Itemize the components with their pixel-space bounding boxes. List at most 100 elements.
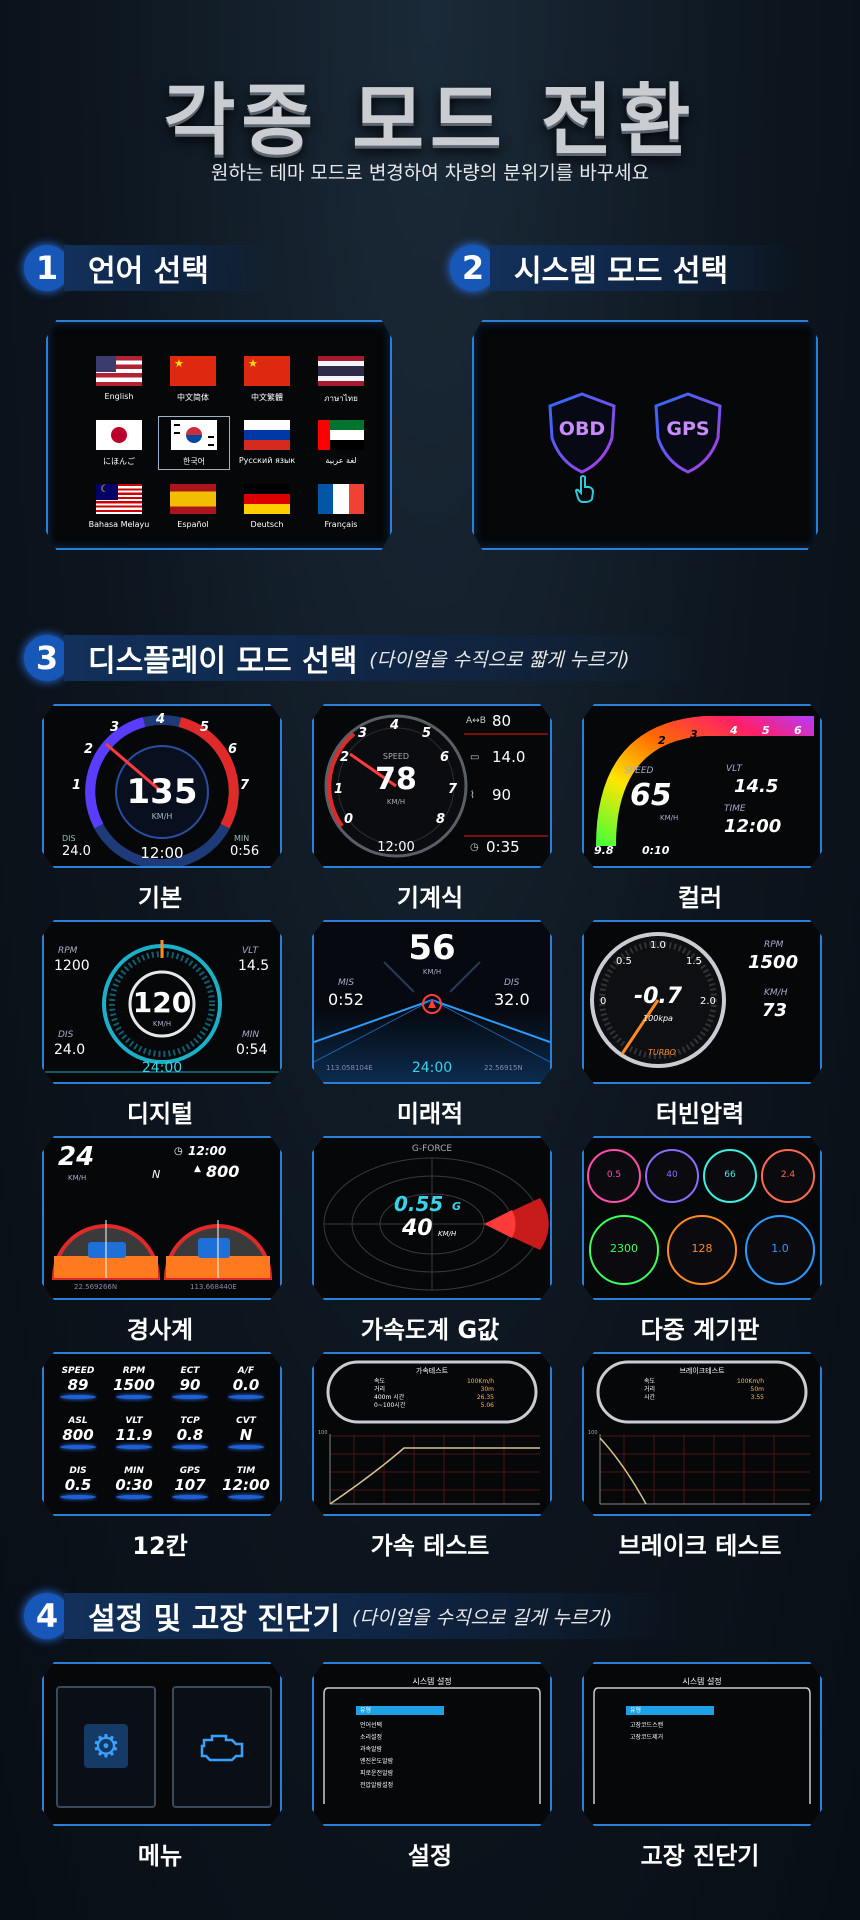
- test-row-value: 100Km/h: [466, 1378, 494, 1385]
- menu-item[interactable]: 고장코드스캔: [630, 1720, 663, 1732]
- grid-cell: DIS 0.5: [52, 1466, 104, 1499]
- display-mode-gforce[interactable]: G-FORCE 0.55 G 40 KM/H 가속도계 G값: [312, 1136, 552, 1345]
- gps-mode-button[interactable]: GPS: [650, 390, 726, 480]
- system-mode-panel: OBD GPS: [472, 320, 818, 550]
- grid-cell: SPEED 89: [52, 1366, 104, 1399]
- menu-item[interactable]: 소리설정: [360, 1732, 382, 1744]
- speed-value: 120: [132, 986, 192, 1019]
- france-flag-icon: [318, 484, 364, 514]
- selected-menu-item[interactable]: 유형: [356, 1706, 444, 1715]
- time-value: 12:00: [377, 840, 415, 855]
- grid-cell-value: 12:00: [222, 1476, 270, 1494]
- grid-cell-value: 107: [174, 1476, 206, 1494]
- settings-menu-item[interactable]: ⚙: [56, 1686, 156, 1808]
- language-option-german[interactable]: Deutsch: [232, 484, 302, 529]
- display-mode-future[interactable]: 56 KM/H MIS 0:52 DIS 32.0 24:00 113.0581…: [312, 920, 552, 1129]
- mode-caption: 기본: [137, 884, 183, 912]
- diagnostic-screen-tile[interactable]: 시스템 설정 유형 고장코드스캔 고장코드제거 고장 진단기: [582, 1662, 822, 1871]
- display-mode-multi-gauge[interactable]: 0.5 40 66 2.4 2300 128 1.0 다중 계기판: [582, 1136, 822, 1345]
- grid-cell-label: VLT: [125, 1416, 143, 1426]
- menu-item[interactable]: 전압알람설정: [360, 1780, 393, 1792]
- menu-item[interactable]: 과속알람: [360, 1744, 382, 1756]
- tick-label: 2: [658, 734, 666, 747]
- language-option-french[interactable]: Français: [306, 484, 376, 529]
- tick-label: 4: [730, 724, 738, 737]
- selected-menu-item[interactable]: 유형: [626, 1706, 714, 1715]
- setup-frame: [323, 1687, 541, 1804]
- grid-cell-value: 89: [67, 1376, 89, 1394]
- rpm-value: 1200: [54, 958, 90, 974]
- north-icon: N: [152, 1168, 161, 1181]
- thailand-flag-icon: [318, 356, 364, 386]
- display-mode-mechanical[interactable]: 2 3 4 5 6 1 7 0 8 SPEED 78 KM/H 12:00 A↔…: [312, 704, 552, 913]
- language-option-malay[interactable]: ☾ Bahasa Melayu: [84, 484, 154, 529]
- grid-cell-underline: [228, 1395, 264, 1399]
- turbo-screen: 0 0.5 1.0 1.5 2.0 -0.7 100kpa TURBO RPM …: [582, 920, 822, 1084]
- kmh-value: 73: [762, 1000, 788, 1021]
- language-option-thai[interactable]: ภาษาไทย: [306, 356, 376, 405]
- language-option-spanish[interactable]: Español: [158, 484, 228, 529]
- g-value: 0.55: [394, 1192, 444, 1216]
- grid-cell-underline: [116, 1445, 152, 1449]
- clock-icon: ◷: [470, 842, 479, 853]
- gauge-value: 40: [666, 1170, 678, 1180]
- display-mode-turbo[interactable]: 0 0.5 1.0 1.5 2.0 -0.7 100kpa TURBO RPM …: [582, 920, 822, 1129]
- tick-label: 5: [762, 724, 770, 737]
- language-label: Français: [324, 520, 358, 529]
- language-option-chinese-traditional[interactable]: ★ 中文繁體: [232, 356, 302, 403]
- language-option-russian[interactable]: Русский язык: [232, 420, 302, 465]
- altitude-value: 800: [206, 1162, 240, 1181]
- menu-screen-tile[interactable]: ⚙ 메뉴: [42, 1662, 282, 1871]
- tick-label: 6: [440, 750, 450, 765]
- bottom-left-value: 9.8: [594, 844, 614, 857]
- grid-cell-value: 0:30: [115, 1476, 153, 1494]
- test-row-label: 400m 시간: [374, 1394, 405, 1401]
- obd-mode-button[interactable]: OBD: [544, 390, 620, 480]
- grid-cell: TCP 0.8: [164, 1416, 216, 1449]
- display-mode-digital[interactable]: RPM 1200 VLT 14.5 120 KM/H DIS 24.0 MIN …: [42, 920, 282, 1129]
- test-row-label: 속도: [644, 1378, 656, 1385]
- grid-cell-label: DIS: [69, 1466, 87, 1476]
- readout-2: 14.0: [492, 748, 526, 766]
- diagnostic-title: 시스템 설정: [682, 1677, 722, 1686]
- tick-label: 2.0: [700, 996, 716, 1007]
- grid-cell-value: 1500: [113, 1376, 155, 1394]
- test-row-value: 26.35: [476, 1394, 494, 1401]
- language-option-english[interactable]: English: [84, 356, 154, 401]
- grid-cell-underline: [116, 1395, 152, 1399]
- menu-item[interactable]: 엔진온도알람: [360, 1756, 393, 1768]
- language-option-chinese-simplified[interactable]: ★ 中文简体: [158, 356, 228, 403]
- diagnostic-menu-item[interactable]: [172, 1686, 272, 1808]
- language-option-arabic[interactable]: لغة عربية: [306, 420, 376, 465]
- diagnostic-frame: [593, 1687, 811, 1804]
- menu-item[interactable]: 피로운전알람: [360, 1768, 393, 1780]
- display-mode-brake-test[interactable]: 브레이크테스트 속도 거리 시간 100Km/h 50m 3.55 100 브레…: [582, 1352, 822, 1561]
- mode-caption: 기계식: [396, 884, 464, 912]
- menu-screen: ⚙: [42, 1662, 282, 1826]
- language-label: Bahasa Melayu: [88, 520, 150, 529]
- speed-label: SPEED: [624, 766, 654, 776]
- turbo-label: TURBO: [647, 1048, 677, 1057]
- grid-cell-underline: [228, 1445, 264, 1449]
- tick-label: 5: [422, 726, 432, 741]
- latitude: 22.569266N: [74, 1283, 118, 1291]
- language-option-japanese[interactable]: にほんご: [84, 420, 154, 467]
- language-label: 中文简体: [177, 393, 209, 402]
- section-display-header: 3 디스플레이 모드 선택 (다이얼을 수직으로 짧게 누르기): [24, 632, 700, 684]
- thermometer-icon: ⌇: [470, 790, 475, 801]
- china-flag-icon: ★: [170, 356, 216, 386]
- display-mode-12-grid[interactable]: SPEED 89 RPM 1500 ECT 90 A/F 0.0 ASL 800 VLT 11.9 TC…: [42, 1352, 282, 1561]
- display-mode-acceleration-test[interactable]: 가속테스트 속도 거리 400m 시간 0~100시간 100Km/h 30m …: [312, 1352, 552, 1561]
- hand-pointer-icon: [574, 475, 595, 503]
- menu-item[interactable]: 언어선택: [360, 1720, 382, 1732]
- menu-item[interactable]: 고장코드제거: [630, 1732, 663, 1744]
- test-row-label: 속도: [374, 1378, 386, 1385]
- display-mode-basic[interactable]: 2 3 4 5 6 1 7 135 KM/H 12:00 DIS 24.0 MI…: [42, 704, 282, 913]
- setup-screen-tile[interactable]: 시스템 설정 유형 언어선택 소리설정 과속알람 엔진온도알람 피로운전알람 전…: [312, 1662, 552, 1871]
- y-max-label: 100: [318, 1430, 328, 1436]
- language-option-korean-selected[interactable]: 한국어: [158, 416, 230, 470]
- display-mode-color[interactable]: 2 3 4 5 6 SPEED 65 KM/H VLT 14.5 TIME 12…: [582, 704, 822, 913]
- speed-unit: KM/H: [438, 1230, 457, 1238]
- display-mode-inclinometer[interactable]: 24 KM/H ◷ 12:00 N ▲ 800 22.569266N 113.6…: [42, 1136, 282, 1345]
- grid-cell-value: N: [239, 1426, 253, 1444]
